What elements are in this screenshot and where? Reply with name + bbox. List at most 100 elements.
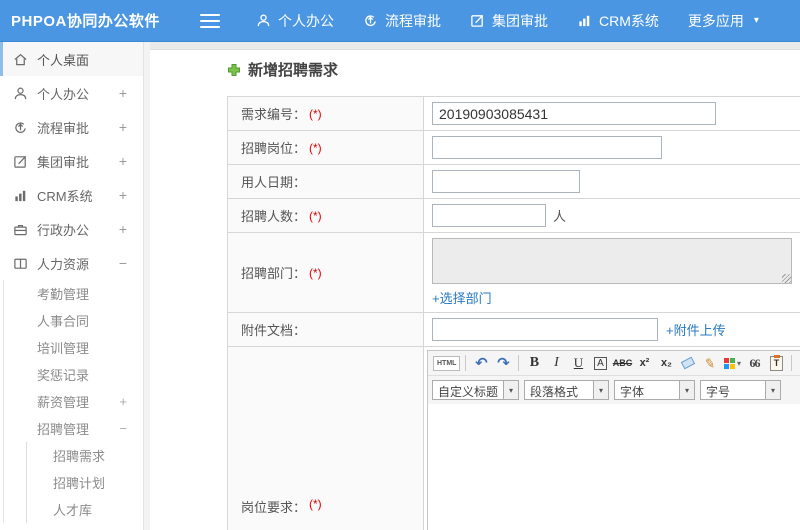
field-label: 需求编号： (*) bbox=[228, 97, 424, 130]
collapse-icon[interactable]: − bbox=[119, 255, 127, 271]
boxed-a-icon: A bbox=[594, 356, 607, 370]
app-logo: PHPOA协同办公软件 bbox=[11, 13, 160, 30]
hire-date-input[interactable] bbox=[432, 170, 580, 193]
italic-button[interactable]: I bbox=[546, 354, 566, 373]
sidebar-item-talent-pool[interactable]: 人才库 bbox=[27, 496, 143, 523]
editor-content-area[interactable] bbox=[428, 404, 800, 530]
label-text: 附件文档： bbox=[241, 323, 307, 338]
recruitment-submenu: 招聘需求 招聘计划 人才库 bbox=[26, 442, 143, 523]
sidebar-item-label: 招聘计划 bbox=[53, 476, 106, 491]
font-family-select[interactable]: 字体 ▾ bbox=[614, 380, 696, 400]
label-text: 招聘岗位： bbox=[241, 141, 307, 156]
redo-button[interactable]: ↷ bbox=[493, 354, 513, 373]
briefcase-icon bbox=[14, 224, 27, 235]
nav-group-approval[interactable]: 集团审批 bbox=[470, 11, 548, 31]
subscript-button[interactable]: x₂ bbox=[656, 354, 676, 373]
select-value: 自定义标题 bbox=[438, 385, 499, 399]
nav-crm[interactable]: CRM系统 bbox=[577, 11, 659, 31]
sidebar-item-crm[interactable]: CRM系统 + bbox=[0, 178, 143, 212]
form-row-department: 招聘部门： (*) +选择部门 bbox=[228, 233, 800, 313]
sidebar-item-label: 招聘管理 bbox=[37, 422, 90, 437]
demand-number-input[interactable] bbox=[432, 102, 716, 125]
nav-workflow-approval[interactable]: 流程审批 bbox=[363, 11, 441, 31]
sidebar-item-training[interactable]: 培训管理 bbox=[4, 334, 143, 361]
toolbar-separator bbox=[518, 355, 520, 371]
remove-format-button[interactable] bbox=[678, 354, 698, 373]
strikethrough-button[interactable]: ABC bbox=[612, 354, 633, 373]
nav-label: 流程审批 bbox=[385, 12, 441, 29]
nav-label: 更多应用 bbox=[687, 12, 744, 29]
sidebar-item-hr-contract[interactable]: 人事合同 bbox=[4, 307, 143, 334]
superscript-button[interactable]: x² bbox=[634, 354, 654, 373]
required-marker: (*) bbox=[309, 497, 322, 511]
nav-label: 集团审批 bbox=[492, 12, 548, 29]
field-label: 岗位要求： (*) bbox=[228, 347, 424, 530]
field-control bbox=[424, 131, 800, 164]
form-row-attachment: 附件文档： +附件上传 bbox=[228, 313, 800, 347]
user-icon bbox=[14, 87, 27, 99]
blockquote-button[interactable]: 66 bbox=[744, 354, 764, 373]
resize-grip-icon[interactable] bbox=[782, 274, 791, 283]
sidebar-item-desktop[interactable]: 个人桌面 bbox=[0, 42, 143, 76]
theme-color-button[interactable]: ▾ bbox=[722, 354, 742, 373]
sidebar-item-personal-office[interactable]: 个人办公 + bbox=[0, 76, 143, 110]
position-input[interactable] bbox=[432, 136, 662, 159]
expand-icon[interactable]: + bbox=[119, 153, 127, 169]
format-painter-button[interactable]: ✎ bbox=[699, 352, 722, 374]
required-marker: (*) bbox=[309, 140, 322, 155]
home-icon bbox=[14, 53, 27, 65]
attachment-upload-link[interactable]: +附件上传 bbox=[666, 320, 726, 339]
editor-toolbar-row2: 自定义标题 ▾ 段落格式 ▾ 字体 ▾ 字号 ▾ bbox=[428, 376, 800, 404]
select-department-link[interactable]: +选择部门 bbox=[432, 288, 492, 307]
edit-icon bbox=[14, 155, 27, 168]
sidebar-item-label: 人才库 bbox=[53, 503, 93, 518]
sidebar-item-attendance[interactable]: 考勤管理 bbox=[4, 280, 143, 307]
paste-button[interactable]: T bbox=[766, 354, 786, 373]
paragraph-format-select[interactable]: 段落格式 ▾ bbox=[524, 380, 610, 400]
headcount-input[interactable] bbox=[432, 204, 546, 227]
rich-text-editor: HTML ↶ ↷ B I U A ABC x² x₂ ✎ ▾ 66 T 自定义标… bbox=[427, 350, 800, 530]
expand-icon[interactable]: + bbox=[119, 119, 127, 135]
attachment-input[interactable] bbox=[432, 318, 658, 341]
nav-more-apps[interactable]: 更多应用 ▾ bbox=[688, 11, 759, 31]
sidebar-item-hr[interactable]: 人力资源 − bbox=[0, 246, 143, 280]
user-icon bbox=[257, 14, 270, 27]
font-size-select[interactable]: 字号 ▾ bbox=[700, 380, 782, 400]
sidebar-item-admin-office[interactable]: 行政办公 + bbox=[0, 212, 143, 246]
sidebar-item-rewards[interactable]: 奖惩记录 bbox=[4, 361, 143, 388]
expand-icon[interactable]: + bbox=[119, 394, 127, 409]
main-content: 新增招聘需求 需求编号： (*) 招聘岗位： (*) 用人 bbox=[150, 42, 800, 530]
expand-icon[interactable]: + bbox=[119, 85, 127, 101]
field-label: 招聘人数： (*) bbox=[228, 199, 424, 232]
expand-icon[interactable]: + bbox=[119, 221, 127, 237]
underline-button[interactable]: U bbox=[568, 354, 588, 373]
field-label: 招聘部门： (*) bbox=[228, 233, 424, 312]
border-text-button[interactable]: A bbox=[590, 354, 610, 373]
sidebar-item-recruitment[interactable]: 招聘管理 − bbox=[4, 415, 143, 442]
sidebar-item-recruitment-plan[interactable]: 招聘计划 bbox=[27, 469, 143, 496]
hamburger-menu-icon[interactable] bbox=[200, 13, 220, 28]
expand-icon[interactable]: + bbox=[119, 187, 127, 203]
recruitment-demand-form: 需求编号： (*) 招聘岗位： (*) 用人日期： bbox=[227, 96, 800, 530]
select-value: 字号 bbox=[706, 385, 731, 399]
caret-down-icon: ▾ bbox=[593, 381, 609, 399]
collapse-icon[interactable]: − bbox=[119, 421, 127, 436]
department-textarea[interactable] bbox=[432, 238, 792, 284]
nav-personal-office[interactable]: 个人办公 bbox=[256, 11, 334, 31]
bold-button[interactable]: B bbox=[524, 354, 544, 373]
field-control bbox=[424, 165, 800, 198]
required-marker: (*) bbox=[309, 265, 322, 280]
sidebar-item-label: 个人桌面 bbox=[37, 52, 90, 68]
sidebar-item-label: 行政办公 bbox=[37, 222, 90, 238]
undo-button[interactable]: ↶ bbox=[471, 354, 491, 373]
sidebar-item-group-approval[interactable]: 集团审批 + bbox=[0, 144, 143, 178]
sidebar-item-salary[interactable]: 薪资管理 + bbox=[4, 388, 143, 415]
custom-heading-select[interactable]: 自定义标题 ▾ bbox=[432, 380, 520, 400]
caret-down-icon: ▾ bbox=[753, 15, 759, 26]
html-source-button[interactable]: HTML bbox=[433, 355, 461, 371]
label-text: 招聘人数： bbox=[241, 209, 307, 224]
sidebar-item-label: 招聘需求 bbox=[53, 449, 106, 464]
sidebar-item-recruitment-demand[interactable]: 招聘需求 bbox=[27, 442, 143, 469]
sidebar-item-workflow-approval[interactable]: 流程审批 + bbox=[0, 110, 143, 144]
sidebar-scrollbar[interactable] bbox=[143, 42, 150, 530]
